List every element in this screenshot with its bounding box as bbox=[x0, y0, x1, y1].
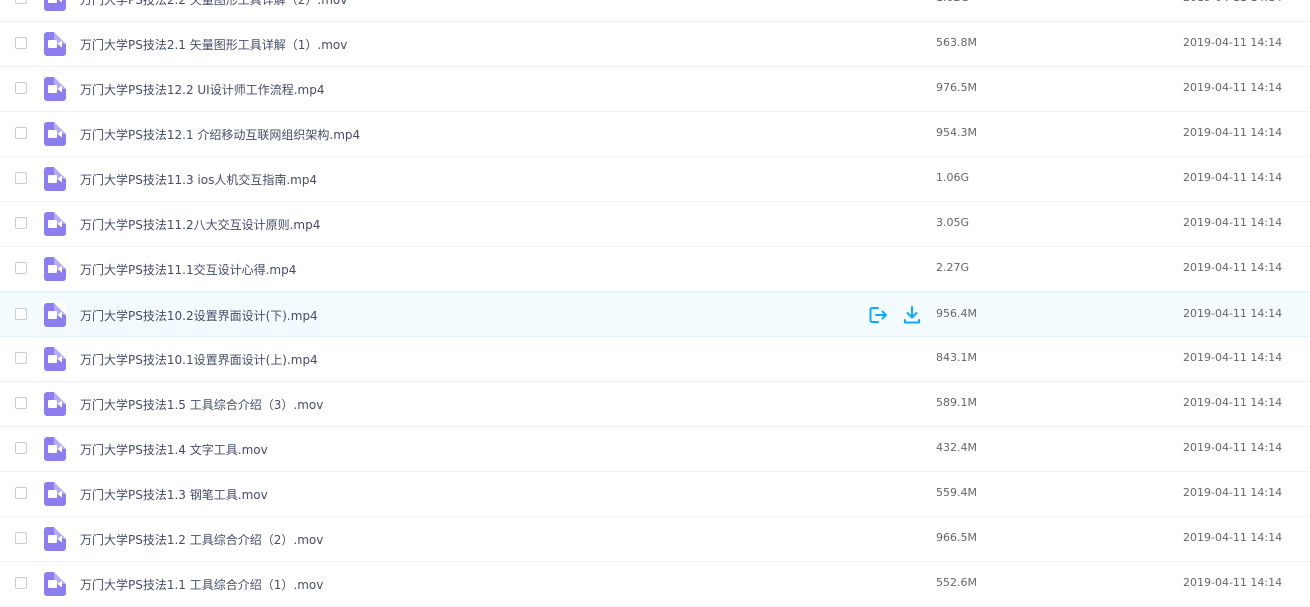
file-date: 2019-04-11 14:14 bbox=[1183, 36, 1283, 49]
share-icon[interactable] bbox=[868, 305, 890, 325]
file-size: 552.6M bbox=[936, 576, 977, 589]
file-row[interactable]: 万门大学PS技法2.1 矢量图形工具详解（1）.mov 563.8M 2019-… bbox=[0, 22, 1310, 67]
row-checkbox[interactable] bbox=[15, 172, 27, 184]
video-file-icon bbox=[44, 303, 66, 327]
file-date: 2019-04-11 14:14 bbox=[1183, 396, 1283, 409]
file-name[interactable]: 万门大学PS技法10.1设置界面设计(上).mp4 bbox=[80, 351, 318, 368]
file-name[interactable]: 万门大学PS技法1.3 钢笔工具.mov bbox=[80, 486, 268, 503]
file-date: 2019-04-11 14:14 bbox=[1183, 261, 1283, 274]
row-checkbox[interactable] bbox=[15, 487, 27, 499]
file-date: 2019-04-11 14:14 bbox=[1183, 216, 1283, 229]
download-icon[interactable] bbox=[901, 305, 923, 325]
file-size: 1.02G bbox=[936, 0, 969, 4]
file-size: 1.06G bbox=[936, 171, 970, 184]
file-row[interactable]: 万门大学PS技法12.2 UI设计师工作流程.mp4 976.5M 2019-0… bbox=[0, 67, 1310, 112]
row-checkbox[interactable] bbox=[15, 37, 27, 49]
row-checkbox[interactable] bbox=[15, 532, 27, 544]
video-file-icon bbox=[44, 0, 66, 11]
file-name[interactable]: 万门大学PS技法1.2 工具综合介绍（2）.mov bbox=[80, 531, 323, 548]
file-row[interactable]: 万门大学PS技法2.2 矢量图形工具详解（2）.mov 1.02G 2019-0… bbox=[0, 0, 1310, 22]
file-name[interactable]: 万门大学PS技法10.2设置界面设计(下).mp4 bbox=[80, 307, 318, 324]
file-size: 956.4M bbox=[936, 307, 977, 320]
file-size: 843.1M bbox=[936, 351, 977, 364]
video-file-icon bbox=[44, 482, 66, 506]
file-date: 2019-04-11 14:14 bbox=[1183, 0, 1282, 4]
file-name[interactable]: 万门大学PS技法1.5 工具综合介绍（3）.mov bbox=[80, 396, 323, 413]
file-size: 3.05G bbox=[936, 216, 970, 229]
file-name[interactable]: 万门大学PS技法2.1 矢量图形工具详解（1）.mov bbox=[80, 36, 347, 53]
row-checkbox[interactable] bbox=[15, 577, 27, 589]
file-row[interactable]: 万门大学PS技法1.3 钢笔工具.mov 559.4M 2019-04-11 1… bbox=[0, 472, 1310, 517]
video-file-icon bbox=[44, 572, 66, 596]
row-checkbox[interactable] bbox=[15, 82, 27, 94]
video-file-icon bbox=[44, 77, 66, 101]
video-file-icon bbox=[44, 32, 66, 56]
video-file-icon bbox=[44, 257, 66, 281]
video-file-icon bbox=[44, 167, 66, 191]
file-list: 万门大学PS技法2.2 矢量图形工具详解（2）.mov 1.02G 2019-0… bbox=[0, 0, 1310, 607]
file-size: 563.8M bbox=[936, 36, 977, 49]
file-size: 432.4M bbox=[936, 441, 977, 454]
file-row[interactable]: 万门大学PS技法11.3 ios人机交互指南.mp4 1.06G 2019-04… bbox=[0, 157, 1310, 202]
row-checkbox[interactable] bbox=[15, 308, 27, 320]
file-date: 2019-04-11 14:14 bbox=[1183, 171, 1283, 184]
file-size: 966.5M bbox=[936, 531, 977, 544]
video-file-icon bbox=[44, 122, 66, 146]
file-row[interactable]: 万门大学PS技法1.5 工具综合介绍（3）.mov 589.1M 2019-04… bbox=[0, 382, 1310, 427]
file-size: 2.27G bbox=[936, 261, 970, 274]
file-date: 2019-04-11 14:14 bbox=[1183, 441, 1283, 454]
file-row[interactable]: 万门大学PS技法1.4 文字工具.mov 432.4M 2019-04-11 1… bbox=[0, 427, 1310, 472]
row-checkbox[interactable] bbox=[15, 442, 27, 454]
file-size: 976.5M bbox=[936, 81, 977, 94]
file-row[interactable]: 万门大学PS技法10.1设置界面设计(上).mp4 843.1M 2019-04… bbox=[0, 337, 1310, 382]
file-size: 559.4M bbox=[936, 486, 977, 499]
row-checkbox[interactable] bbox=[15, 217, 27, 229]
row-checkbox[interactable] bbox=[15, 352, 27, 364]
file-row[interactable]: 万门大学PS技法11.1交互设计心得.mp4 2.27G 2019-04-11 … bbox=[0, 247, 1310, 292]
file-date: 2019-04-11 14:14 bbox=[1183, 531, 1283, 544]
file-name[interactable]: 万门大学PS技法12.2 UI设计师工作流程.mp4 bbox=[80, 81, 324, 98]
file-name[interactable]: 万门大学PS技法11.2八大交互设计原则.mp4 bbox=[80, 216, 320, 233]
file-name[interactable]: 万门大学PS技法11.3 ios人机交互指南.mp4 bbox=[80, 171, 317, 188]
row-checkbox[interactable] bbox=[15, 0, 27, 4]
file-date: 2019-04-11 14:14 bbox=[1183, 307, 1283, 320]
file-date: 2019-04-11 14:14 bbox=[1183, 351, 1283, 364]
file-name[interactable]: 万门大学PS技法12.1 介绍移动互联网组织架构.mp4 bbox=[80, 126, 360, 143]
video-file-icon bbox=[44, 437, 66, 461]
video-file-icon bbox=[44, 347, 66, 371]
file-row[interactable]: 万门大学PS技法1.2 工具综合介绍（2）.mov 966.5M 2019-04… bbox=[0, 517, 1310, 562]
file-date: 2019-04-11 14:14 bbox=[1183, 576, 1283, 589]
file-date: 2019-04-11 14:14 bbox=[1183, 81, 1283, 94]
file-name[interactable]: 万门大学PS技法1.1 工具综合介绍（1）.mov bbox=[80, 576, 323, 593]
file-name[interactable]: 万门大学PS技法2.2 矢量图形工具详解（2）.mov bbox=[80, 0, 347, 8]
file-row[interactable]: 万门大学PS技法12.1 介绍移动互联网组织架构.mp4 954.3M 2019… bbox=[0, 112, 1310, 157]
file-date: 2019-04-11 14:14 bbox=[1183, 126, 1283, 139]
row-checkbox[interactable] bbox=[15, 127, 27, 139]
file-row[interactable]: 万门大学PS技法1.1 工具综合介绍（1）.mov 552.6M 2019-04… bbox=[0, 562, 1310, 607]
file-name[interactable]: 万门大学PS技法1.4 文字工具.mov bbox=[80, 441, 268, 458]
row-checkbox[interactable] bbox=[15, 397, 27, 409]
file-size: 589.1M bbox=[936, 396, 977, 409]
video-file-icon bbox=[44, 527, 66, 551]
file-date: 2019-04-11 14:14 bbox=[1183, 486, 1283, 499]
row-checkbox[interactable] bbox=[15, 262, 27, 274]
file-row[interactable]: 万门大学PS技法10.2设置界面设计(下).mp4 956.4M 2019-04… bbox=[0, 292, 1310, 337]
video-file-icon bbox=[44, 392, 66, 416]
file-size: 954.3M bbox=[936, 126, 977, 139]
file-row[interactable]: 万门大学PS技法11.2八大交互设计原则.mp4 3.05G 2019-04-1… bbox=[0, 202, 1310, 247]
video-file-icon bbox=[44, 212, 66, 236]
file-name[interactable]: 万门大学PS技法11.1交互设计心得.mp4 bbox=[80, 261, 296, 278]
